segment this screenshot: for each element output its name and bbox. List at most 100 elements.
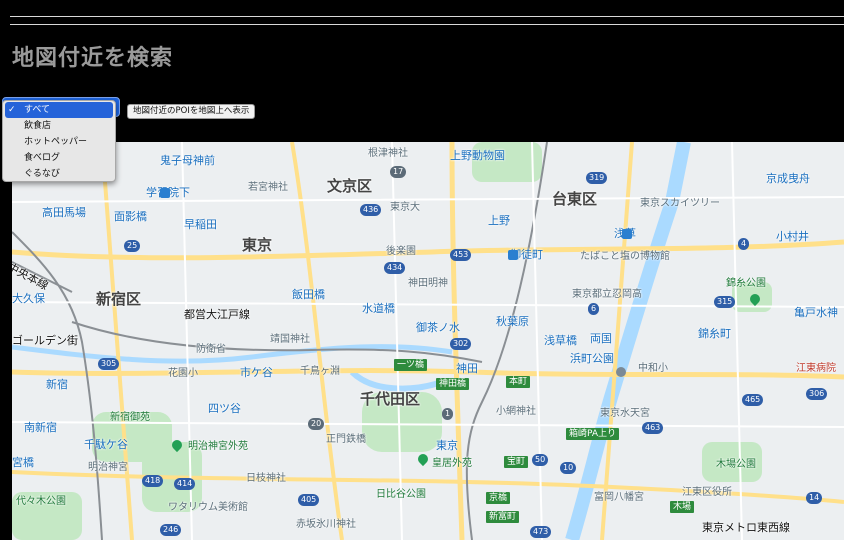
top-rule-2 xyxy=(10,24,844,25)
poi-label[interactable]: 正門鉄橋 xyxy=(326,430,366,445)
poi-label[interactable]: 東京都立忍岡高 xyxy=(572,285,642,300)
rail-label: 都営大江戸線 xyxy=(184,308,250,321)
station-label[interactable]: 御茶ノ水 xyxy=(416,319,460,335)
route-shield: 302 xyxy=(450,338,472,350)
option-tabelog[interactable]: 食べログ xyxy=(3,150,115,166)
poi-label[interactable]: 江東区役所 xyxy=(682,483,732,498)
station-label[interactable]: 高田馬場 xyxy=(42,204,86,220)
station-label[interactable]: 新宿 xyxy=(46,376,68,392)
route-shield: 453 xyxy=(450,249,472,261)
route-shield: 6 xyxy=(588,303,600,315)
station-label[interactable]: 小村井 xyxy=(776,228,809,244)
train-icon xyxy=(160,188,170,198)
train-icon xyxy=(622,229,632,239)
poi-label[interactable]: 千鳥ヶ淵 xyxy=(300,362,340,377)
category-dropdown[interactable]: ✓ すべて 飲食店 ホットペッパー 食べログ ぐるなび xyxy=(2,100,116,182)
highway-sign: 本町 xyxy=(506,376,531,388)
poi-label[interactable]: 東京水天宮 xyxy=(600,404,650,419)
route-shield: 306 xyxy=(806,388,828,400)
poi-label[interactable]: 江東病院 xyxy=(796,359,836,374)
station-label[interactable]: 飯田橋 xyxy=(292,286,325,302)
station-label[interactable]: 浅草橋 xyxy=(544,332,577,348)
highway-sign: 木場 xyxy=(670,501,695,513)
check-icon: ✓ xyxy=(8,105,16,115)
poi-label[interactable]: 新宿御苑 xyxy=(110,408,150,423)
top-rule xyxy=(10,16,844,17)
highway-sign: 箱崎PA上り xyxy=(566,428,620,440)
poi-label[interactable]: 若宮神社 xyxy=(248,178,288,193)
station-label[interactable]: 早稲田 xyxy=(184,216,217,232)
option-gurunavi[interactable]: ぐるなび xyxy=(3,166,115,182)
route-shield: 414 xyxy=(174,478,196,490)
ward-label: 台東区 xyxy=(552,190,598,208)
poi-label[interactable]: 防衛省 xyxy=(196,340,226,355)
route-shield: 465 xyxy=(742,394,764,406)
route-shield: 434 xyxy=(384,262,406,274)
station-label[interactable]: 神田 xyxy=(456,360,478,376)
route-shield: 4 xyxy=(738,238,750,250)
route-shield: 14 xyxy=(806,492,823,504)
station-label[interactable]: 面影橋 xyxy=(114,208,147,224)
highway-sign: 一ツ橋 xyxy=(394,359,428,371)
map-view[interactable]: 文京区 台東区 新宿区 千代田区 東京 鬼子母神前 学習院下 高田馬場 面影橋 … xyxy=(12,142,844,540)
station-label[interactable]: 亀戸水神 xyxy=(794,304,838,320)
station-label[interactable]: 水道橋 xyxy=(362,300,395,316)
area-label: 大久保 xyxy=(12,292,45,305)
train-icon xyxy=(508,250,518,260)
route-shield: 405 xyxy=(298,494,320,506)
highway-sign: 新富町 xyxy=(486,511,520,523)
poi-label[interactable]: 赤坂氷川神社 xyxy=(296,515,356,530)
highway-sign: 京橋 xyxy=(486,492,511,504)
rail-jr xyxy=(465,142,548,540)
station-label[interactable]: 千駄ケ谷 xyxy=(84,436,128,452)
station-label[interactable]: 上野 xyxy=(488,212,510,228)
poi-label[interactable]: 靖国神社 xyxy=(270,330,310,345)
station-label[interactable]: 四ツ谷 xyxy=(208,400,241,416)
poi-label[interactable]: ワタリウム美術館 xyxy=(168,498,248,513)
poi-label[interactable]: 日比谷公園 xyxy=(376,485,426,500)
poi-label[interactable]: 東京スカイツリー xyxy=(640,194,720,209)
poi-label[interactable]: 花園小 xyxy=(168,364,198,379)
option-hotpepper[interactable]: ホットペッパー xyxy=(3,134,115,150)
station-label[interactable]: 両国 xyxy=(590,330,612,346)
station-label[interactable]: 錦糸町 xyxy=(698,325,731,341)
poi-label[interactable]: 中和小 xyxy=(638,359,668,374)
station-label[interactable]: 東京 xyxy=(436,437,458,453)
station-label[interactable]: 鬼子母神前 xyxy=(160,152,215,168)
ward-label: 千代田区 xyxy=(360,390,421,408)
poi-icon xyxy=(616,367,626,377)
station-label[interactable]: 市ケ谷 xyxy=(240,364,273,380)
poi-label[interactable]: 富岡八幡宮 xyxy=(594,488,644,503)
poi-label[interactable]: 東京大 xyxy=(390,198,420,213)
route-shield: 473 xyxy=(530,526,552,538)
poi-label[interactable]: 明治神宮外苑 xyxy=(188,437,248,452)
poi-label[interactable]: たばこと塩の博物館 xyxy=(580,247,670,262)
poi-label[interactable]: 明治神宮 xyxy=(88,458,128,473)
route-shield: 25 xyxy=(124,240,141,252)
poi-label[interactable]: 木場公園 xyxy=(716,455,756,470)
area-label: 宮橋 xyxy=(12,456,34,469)
route-shield: 436 xyxy=(360,204,382,216)
poi-label[interactable]: 根津神社 xyxy=(368,144,408,159)
route-shield: 20 xyxy=(308,418,325,430)
poi-label[interactable]: 錦糸公園 xyxy=(726,274,766,289)
poi-label[interactable]: 日枝神社 xyxy=(246,469,286,484)
station-label[interactable]: 秋葉原 xyxy=(496,313,529,329)
station-label[interactable]: 浜町公園 xyxy=(570,350,614,366)
station-label[interactable]: 京成曳舟 xyxy=(766,170,810,186)
option-all[interactable]: ✓ すべて xyxy=(5,102,113,118)
poi-label[interactable]: 小網神社 xyxy=(496,402,536,417)
road-2 xyxy=(12,368,844,380)
poi-label[interactable]: 代々木公園 xyxy=(16,492,66,507)
poi-label[interactable]: 神田明神 xyxy=(408,274,448,289)
route-shield: 1 xyxy=(442,408,454,420)
poi-label[interactable]: 後楽園 xyxy=(386,242,416,257)
poi-label[interactable]: 皇居外苑 xyxy=(432,454,472,469)
option-restaurant[interactable]: 飲食店 xyxy=(3,118,115,134)
highway-sign: 宝町 xyxy=(504,456,529,468)
route-shield: 10 xyxy=(560,462,577,474)
rail-label: 東京メトロ東西線 xyxy=(702,521,790,534)
station-label[interactable]: 上野動物園 xyxy=(450,147,505,163)
show-poi-button[interactable]: 地図付近のPOIを地図上へ表示 xyxy=(127,104,256,119)
area-label: ゴールデン街 xyxy=(12,334,78,347)
